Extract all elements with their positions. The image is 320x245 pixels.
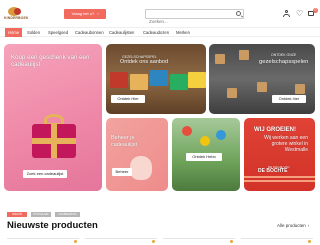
badge-dot [152, 240, 155, 243]
games-title: gezelschapsspelen [259, 59, 309, 65]
toy-block [110, 72, 128, 88]
tag-popular[interactable]: POPULAIR [31, 212, 51, 217]
gift-box-graphic [32, 124, 76, 158]
search-input[interactable] [146, 17, 232, 26]
decorative-stripe [244, 180, 315, 182]
wooden-cube [215, 54, 225, 64]
search-bar [145, 9, 244, 26]
logo[interactable]: KINDERBOEK [4, 7, 29, 22]
nav-item-solden[interactable]: Solden [27, 28, 40, 37]
tag-offer[interactable]: AANBIEDING [55, 212, 80, 217]
store-expansion-tile[interactable]: WIJ GROEIEN! Wij werken aan een grotere … [244, 118, 315, 191]
expansion-title: WIJ GROEIEN! [254, 127, 297, 133]
product-card[interactable] [7, 238, 79, 245]
toys-tile[interactable]: GEZELSCHAPSSPEL Ontdek ons aanbod Ontdek… [106, 44, 206, 114]
discover-promo-button[interactable]: Ontdek Hebo [186, 153, 222, 161]
nav-item-cadeaulijsten[interactable]: Cadeaulijsten [109, 28, 134, 37]
promo-tile[interactable]: Ontdek Hebo [172, 118, 240, 191]
nav-item-cadeaudozen[interactable]: Cadeaudozen [143, 28, 169, 37]
cta-label: Vraag het u? [71, 11, 95, 16]
wooden-cube [239, 50, 249, 60]
product-card[interactable] [241, 238, 313, 245]
toys-title: Ontdek ons aanbod [120, 59, 169, 65]
nav-item-speelgoed[interactable]: Speelgoed [48, 28, 68, 37]
all-products-label: Alle producten [277, 223, 306, 228]
toy-block [130, 74, 148, 90]
manage-button[interactable]: Beheer [112, 168, 132, 176]
toy-block [150, 70, 168, 86]
product-row [7, 238, 313, 245]
nav-item-cadeaubonnen[interactable]: Cadeaubonnen [75, 28, 104, 37]
tag-new[interactable]: NIEUW [7, 212, 27, 217]
nav-item-merken[interactable]: Merken [176, 28, 190, 37]
wooden-cube [257, 82, 267, 92]
badge-dot [74, 240, 77, 243]
wooden-cube [227, 88, 237, 98]
badge-dot [308, 240, 311, 243]
nav-item-home[interactable]: Home [5, 28, 23, 37]
toy-block [170, 74, 188, 90]
toy-block [188, 72, 206, 88]
product-card[interactable] [85, 238, 157, 245]
toy-figure [182, 126, 192, 136]
cart-count-badge: 0 [313, 8, 318, 13]
toy-figure [200, 136, 210, 146]
wooden-cube [295, 84, 305, 94]
discover-games-button[interactable]: Ontdek hier [272, 95, 306, 103]
find-gift-list-button[interactable]: Zoek een cadeaulijst [23, 170, 67, 178]
search-icon[interactable] [236, 11, 241, 16]
all-products-link[interactable]: Alle producten › [277, 223, 309, 228]
decorative-stripe [244, 176, 315, 178]
teddy-bear-graphic [130, 156, 152, 180]
gift-list-tile[interactable]: Koop een geschenk van een cadeaulijst Zo… [4, 44, 102, 191]
games-small-label: ONTDEK ONZE [271, 53, 297, 57]
product-card[interactable] [163, 238, 235, 245]
discover-toys-button[interactable]: Ontdek Hier [111, 95, 145, 103]
chevron-right-icon: › [307, 223, 310, 228]
expansion-body: Wij werken aan een grotere winkel in Wes… [264, 135, 308, 153]
main-nav: Home Solden Speelgoed Cadeaubonnen Cadea… [0, 27, 320, 37]
expansion-brand: DE BOCHTE [258, 168, 288, 174]
chevron-right-icon: › [97, 11, 99, 16]
heart-icon[interactable]: ♡ [296, 10, 303, 18]
manage-gift-list-tile[interactable]: Beheer je cadeaulijst Beheer [106, 118, 168, 191]
manage-title: Beheer je cadeaulijst [111, 135, 137, 148]
board-games-tile[interactable]: ONTDEK ONZE gezelschapsspelen Ontdek hie… [209, 44, 315, 114]
gift-list-title: Koop een geschenk van een cadeaulijst [11, 54, 90, 68]
user-icon[interactable] [283, 10, 290, 17]
logo-text: KINDERBOEK [4, 16, 29, 20]
cta-button[interactable]: Vraag het u? › [64, 9, 106, 19]
toy-figure [216, 130, 226, 140]
logo-mark-accent [14, 8, 21, 15]
section-title: Nieuwste producten [7, 220, 98, 231]
site-header: KINDERBOEK Vraag het u?› ♡ 0 [0, 0, 320, 26]
badge-dot [230, 240, 233, 243]
